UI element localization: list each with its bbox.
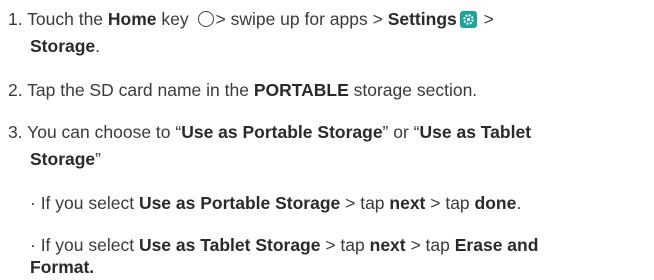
step-2-text-c: storage section. <box>348 80 478 100</box>
bullet-1-done-label: done <box>474 193 517 213</box>
step-3-text-c: ” or “ <box>382 122 420 142</box>
bullet-2-line-2: Format. <box>30 255 94 280</box>
bullet-2-next-label: next <box>369 235 406 255</box>
instructions-document: 1. Touch the Home key > swipe up for app… <box>0 0 654 280</box>
step-1-home-label: Home <box>107 9 157 29</box>
step-2-portable-label: PORTABLE <box>253 80 349 100</box>
step-3-portable-option: Use as Portable Storage <box>181 122 383 142</box>
step-1-text-a: Touch the <box>27 9 108 29</box>
step-3-text-a: You can choose to “ <box>27 122 182 142</box>
step-1-text-f: > <box>478 9 494 29</box>
bullet-2-format-label: Format. <box>30 257 95 277</box>
bullet-1-text-e: > tap <box>425 193 475 213</box>
bullet-2-line-1: · If you select Use as Tablet Storage > … <box>30 233 538 258</box>
bullet-1-portable-label: Use as Portable Storage <box>138 193 341 213</box>
step-2-line: 2. Tap the SD card name in the PORTABLE … <box>8 78 477 103</box>
bullet-1-text-a: If you select <box>35 193 139 213</box>
bullet-2-erase-label: Erase and <box>454 235 539 255</box>
step-3-line-1: 3. You can choose to “Use as Portable St… <box>8 120 531 145</box>
step-3-line-2: Storage” <box>30 147 101 172</box>
step-1-line-1: 1. Touch the Home key > swipe up for app… <box>8 7 494 32</box>
step-1-settings-label: Settings <box>387 9 457 29</box>
step-1-text-h: . <box>95 36 101 56</box>
bullet-1-next-label: next <box>389 193 426 213</box>
step-1-storage-label: Storage <box>30 36 96 56</box>
bullet-1-text-c: > tap <box>340 193 390 213</box>
step-3-tablet-option-part2: Storage <box>30 149 96 169</box>
bullet-2-tablet-label: Use as Tablet Storage <box>138 235 321 255</box>
step-1-number: 1. <box>8 9 23 29</box>
bullet-2-text-c: > tap <box>320 235 370 255</box>
step-1-text-d: > swipe up for apps > <box>215 9 388 29</box>
step-2-number: 2. <box>8 80 23 100</box>
settings-gear-icon <box>459 11 477 28</box>
step-3-number: 3. <box>8 122 23 142</box>
bullet-1-line: · If you select Use as Portable Storage … <box>30 191 521 216</box>
step-1-text-c: key <box>156 9 194 29</box>
step-2-text-a: Tap the SD card name in the <box>27 80 254 100</box>
bullet-2-text-a: If you select <box>35 235 139 255</box>
home-key-icon <box>197 11 214 27</box>
bullet-1-text-g: . <box>516 193 522 213</box>
step-3-tablet-option-part1: Use as Tablet <box>419 122 532 142</box>
bullet-2-text-e: > tap <box>405 235 455 255</box>
step-3-text-f: ” <box>95 149 101 169</box>
step-1-line-2: Storage. <box>30 34 100 59</box>
